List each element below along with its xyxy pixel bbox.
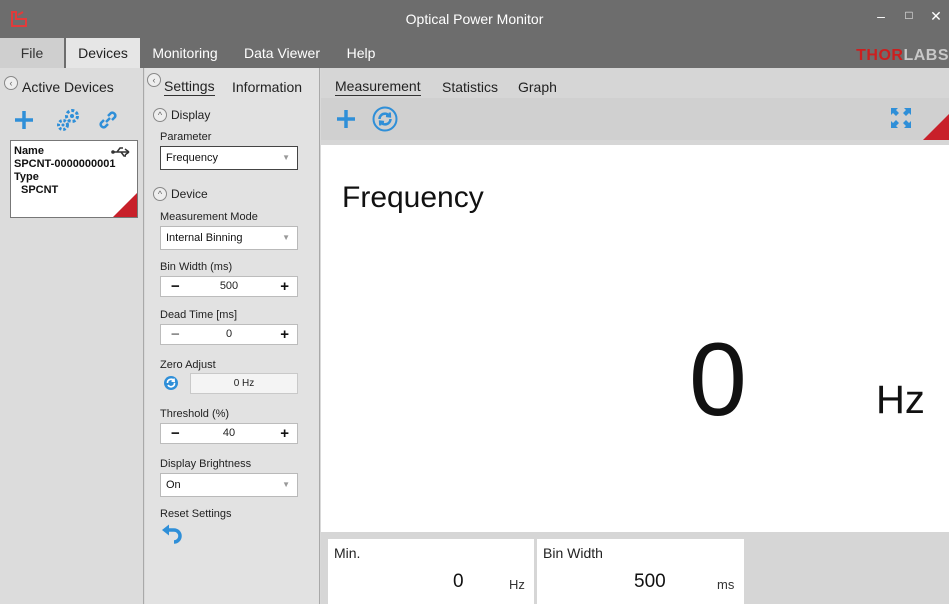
close-button[interactable]: ✕ xyxy=(927,8,945,28)
minimize-button[interactable]: – xyxy=(872,8,890,28)
maximize-button[interactable]: □ xyxy=(900,8,918,28)
dead-time-label: Dead Time [ms] xyxy=(160,309,238,321)
refresh-icon[interactable] xyxy=(372,106,398,132)
parameter-label: Parameter xyxy=(160,131,212,143)
title-bar: Optical Power Monitor – □ ✕ xyxy=(0,0,949,38)
menu-file[interactable]: File xyxy=(0,38,64,68)
device-type-value: SPCNT xyxy=(21,184,59,196)
usb-icon xyxy=(111,147,130,157)
measurement-title: Frequency xyxy=(342,181,484,214)
parameter-value: Frequency xyxy=(166,152,218,164)
device-name-label: Name xyxy=(14,145,44,157)
panel-corner-marker xyxy=(923,114,949,140)
stat-bin-width-label: Bin Width xyxy=(543,545,603,561)
zero-adjust-label: Zero Adjust xyxy=(160,359,216,371)
increment-button[interactable]: + xyxy=(280,325,289,344)
tab-measurement[interactable]: Measurement xyxy=(335,78,421,96)
decrement-button[interactable]: − xyxy=(171,424,180,443)
device-card[interactable]: Name SPCNT-0000000001 Type SPCNT xyxy=(10,140,138,218)
bin-width-value: 500 xyxy=(219,280,239,292)
parameter-select[interactable]: Frequency ▼ xyxy=(160,146,298,170)
device-settings-icon[interactable] xyxy=(56,108,82,132)
undo-icon[interactable] xyxy=(161,524,185,544)
measurement-mode-value: Internal Binning xyxy=(166,232,243,244)
menu-data-viewer[interactable]: Data Viewer xyxy=(235,38,329,68)
active-devices-title: Active Devices xyxy=(22,79,114,95)
menu-help[interactable]: Help xyxy=(336,38,386,68)
display-brightness-select[interactable]: On ▼ xyxy=(160,473,298,497)
settings-panel: ‹ Settings Information ^ Display Paramete… xyxy=(145,68,320,604)
display-brightness-value: On xyxy=(166,479,181,491)
measurement-mode-select[interactable]: Internal Binning ▼ xyxy=(160,226,298,250)
tab-settings[interactable]: Settings xyxy=(164,78,215,96)
menu-bar: File Devices Monitoring Data Viewer Help… xyxy=(0,38,949,68)
collapse-icon[interactable]: ‹ xyxy=(147,73,161,87)
stat-min-value: 0 xyxy=(453,571,464,592)
increment-button[interactable]: + xyxy=(280,277,289,296)
reset-settings-label: Reset Settings xyxy=(160,508,232,520)
increment-button[interactable]: + xyxy=(280,424,289,443)
zero-adjust-value: 0 Hz xyxy=(190,373,298,394)
display-section-header[interactable]: ^ Display xyxy=(153,107,211,123)
measurement-value: 0 xyxy=(689,322,747,438)
device-section-label: Device xyxy=(171,187,208,201)
refresh-icon[interactable] xyxy=(163,375,179,391)
stat-min-unit: Hz xyxy=(509,577,525,592)
measurement-unit: Hz xyxy=(876,378,925,422)
menu-monitoring[interactable]: Monitoring xyxy=(142,38,228,68)
measurement-display: Frequency 0 Hz xyxy=(321,145,949,532)
add-icon[interactable] xyxy=(335,108,357,130)
stat-bin-width-unit: ms xyxy=(717,577,735,592)
tab-statistics[interactable]: Statistics xyxy=(442,79,498,95)
tab-information[interactable]: Information xyxy=(232,79,302,95)
dead-time-value: 0 xyxy=(225,328,233,340)
threshold-stepper[interactable]: − 40 + xyxy=(160,423,298,444)
decrement-button[interactable]: − xyxy=(171,325,180,344)
active-devices-panel: ‹ Active Devices Name SPCNT-0000000001 T… xyxy=(0,68,144,604)
stat-bin-width-value: 500 xyxy=(634,571,666,592)
stat-bin-width: Bin Width 500 ms xyxy=(537,539,744,604)
chevron-down-icon: ▼ xyxy=(282,233,290,242)
threshold-value: 40 xyxy=(222,427,236,439)
chevron-down-icon: ▼ xyxy=(282,480,290,489)
menu-devices[interactable]: Devices xyxy=(66,38,140,68)
chevron-down-icon: ▼ xyxy=(282,153,290,162)
bin-width-stepper[interactable]: − 500 + xyxy=(160,276,298,297)
display-section-label: Display xyxy=(171,108,211,122)
decrement-button[interactable]: − xyxy=(171,277,180,296)
bin-width-label: Bin Width (ms) xyxy=(160,261,233,273)
link-icon[interactable] xyxy=(96,108,120,132)
device-name-value: SPCNT-0000000001 xyxy=(14,158,116,170)
dead-time-stepper[interactable]: − 0 + xyxy=(160,324,298,345)
collapse-icon[interactable]: ^ xyxy=(153,186,167,201)
collapse-icon[interactable]: ‹ xyxy=(4,76,18,90)
stat-min-label: Min. xyxy=(334,545,361,561)
add-icon[interactable] xyxy=(12,108,36,132)
device-type-label: Type xyxy=(14,171,39,183)
measurement-mode-label: Measurement Mode xyxy=(160,211,258,223)
device-selected-marker xyxy=(113,193,137,217)
window-title: Optical Power Monitor xyxy=(405,11,544,27)
tab-graph[interactable]: Graph xyxy=(518,79,557,95)
brand-logo: THORLABS xyxy=(856,47,949,64)
measurement-panel: Measurement Statistics Graph Frequency 0… xyxy=(321,68,949,604)
display-brightness-label: Display Brightness xyxy=(160,458,252,470)
device-section-header[interactable]: ^ Device xyxy=(153,186,208,202)
stat-min: Min. 0 Hz xyxy=(328,539,534,604)
expand-icon[interactable] xyxy=(889,106,913,130)
collapse-icon[interactable]: ^ xyxy=(153,107,167,122)
threshold-label: Threshold (%) xyxy=(160,408,230,420)
measurement-toolbar xyxy=(321,98,949,140)
